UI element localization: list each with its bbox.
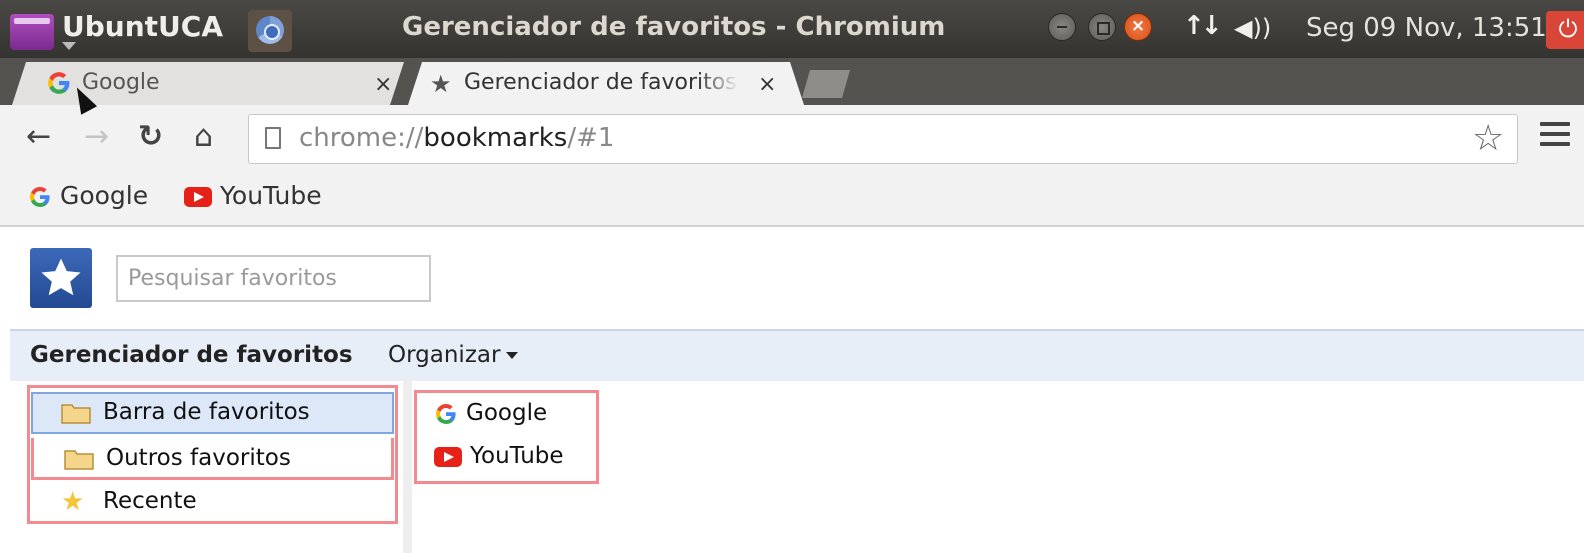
tree-item-label: Outros favoritos	[106, 445, 291, 471]
tab-title: Google	[82, 70, 160, 95]
new-tab-button[interactable]	[802, 70, 850, 98]
google-icon	[46, 70, 72, 96]
minimize-icon[interactable]	[1048, 13, 1076, 41]
youtube-icon	[184, 187, 212, 207]
bookmark-youtube[interactable]: YouTube	[184, 181, 322, 210]
google-icon	[29, 187, 50, 208]
tab-close-icon[interactable]: ×	[758, 72, 776, 97]
toolbar: ← → ↻ ⌂ chrome://bookmarks/#1	[0, 105, 1584, 171]
menu-icon[interactable]	[1540, 122, 1570, 152]
top-panel: UbuntUCA Gerenciador de favoritos - Chro…	[0, 0, 1584, 58]
window-title: Gerenciador de favoritos - Chromium	[402, 12, 946, 42]
chevron-down-icon	[506, 352, 519, 359]
search-input[interactable]	[116, 255, 431, 302]
clock[interactable]: Seg 09 Nov, 13:51	[1306, 13, 1547, 43]
bookmark-manager-logo	[30, 248, 92, 308]
tree-item-recente[interactable]: ★ Recente	[31, 481, 394, 523]
list-item-youtube[interactable]: YouTube	[434, 443, 564, 469]
volume-icon[interactable]: ◀))	[1234, 14, 1271, 42]
bookmark-google[interactable]: Google	[28, 181, 148, 210]
home-icon[interactable]: ⌂	[194, 119, 213, 154]
panel-brand[interactable]: UbuntUCA	[62, 10, 223, 43]
youtube-icon	[434, 446, 462, 467]
folder-icon	[61, 404, 91, 424]
page-icon	[265, 127, 281, 149]
tab-close-icon[interactable]: ×	[374, 72, 392, 97]
url-path: /#1	[567, 123, 615, 153]
menu-arrow-icon	[62, 42, 76, 50]
organize-menu[interactable]: Organizar	[388, 342, 519, 368]
pane-splitter[interactable]	[403, 380, 412, 553]
network-icon[interactable]: ↑↓	[1183, 11, 1223, 41]
tab-title: Gerenciador de favoritos	[464, 70, 737, 95]
power-icon[interactable]: ⏻	[1546, 11, 1584, 49]
reload-icon[interactable]: ↻	[138, 119, 163, 154]
tab-strip: Google × ★ Gerenciador de favoritos ×	[0, 58, 1584, 105]
bookmarks-bar: Google YouTube	[0, 171, 1584, 227]
tree-item-label: Barra de favoritos	[103, 399, 310, 425]
list-item-google[interactable]: Google	[434, 400, 547, 426]
url-host: bookmarks	[423, 123, 568, 153]
back-icon[interactable]: ←	[26, 119, 51, 154]
tree-item-label: Recente	[103, 488, 197, 514]
tree-item-barra-de-favoritos[interactable]: Barra de favoritos	[31, 392, 394, 434]
close-icon[interactable]: ×	[1124, 13, 1152, 41]
manager-header: Gerenciador de favoritos Organizar	[10, 329, 1584, 381]
url-scheme: chrome://	[299, 123, 424, 153]
google-icon	[435, 403, 456, 424]
folder-icon	[64, 450, 94, 470]
launcher-icon[interactable]	[10, 14, 54, 50]
star-icon: ★	[430, 70, 452, 98]
organize-label: Organizar	[388, 342, 501, 368]
forward-icon[interactable]: →	[84, 119, 109, 154]
list-item-label: Google	[466, 400, 548, 426]
bookmark-label: YouTube	[219, 181, 322, 210]
bookmark-label: Google	[59, 181, 149, 210]
tree-item-outros-favoritos[interactable]: Outros favoritos	[31, 438, 394, 480]
address-bar[interactable]: chrome://bookmarks/#1	[248, 114, 1518, 164]
page-title: Gerenciador de favoritos	[30, 342, 353, 368]
bookmark-star-icon[interactable]: ☆	[1472, 118, 1504, 159]
chromium-icon[interactable]	[248, 10, 292, 52]
tab-bookmark-manager[interactable]: ★ Gerenciador de favoritos ×	[408, 62, 804, 105]
star-icon: ★	[61, 487, 85, 517]
maximize-icon[interactable]	[1088, 13, 1116, 41]
tab-google[interactable]: Google ×	[12, 62, 404, 105]
url-text[interactable]: chrome://bookmarks/#1	[299, 123, 614, 153]
list-item-label: YouTube	[470, 443, 564, 469]
